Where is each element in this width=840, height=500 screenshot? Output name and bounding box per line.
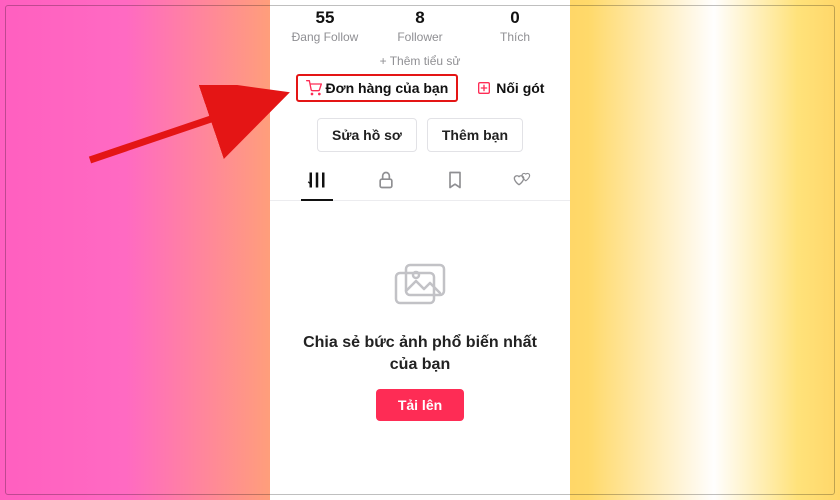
stat-followers-count: 8 xyxy=(378,8,463,28)
stat-followers-label: Follower xyxy=(378,30,463,44)
bookmark-icon xyxy=(445,170,465,190)
tab-private[interactable] xyxy=(362,164,410,200)
profile-buttons-row: Sửa hồ sơ Thêm bạn xyxy=(317,118,523,152)
cart-icon xyxy=(306,80,322,96)
hearts-icon xyxy=(513,170,535,190)
grid-icon xyxy=(307,170,327,190)
empty-state-title: Chia sẻ bức ảnh phổ biến nhất của bạn xyxy=(290,332,550,375)
stat-likes-count: 0 xyxy=(473,8,558,28)
stat-following-label: Đang Follow xyxy=(283,30,368,44)
follow-icon xyxy=(476,80,492,96)
add-friends-button[interactable]: Thêm bạn xyxy=(427,118,523,152)
profile-panel: 55 Đang Follow 8 Follower 0 Thích + Thêm… xyxy=(270,0,570,500)
stats-row: 55 Đang Follow 8 Follower 0 Thích xyxy=(279,0,562,48)
stat-following[interactable]: 55 Đang Follow xyxy=(283,8,368,44)
add-bio-link[interactable]: + Thêm tiểu sử xyxy=(380,54,461,68)
edit-profile-button[interactable]: Sửa hồ sơ xyxy=(317,118,417,152)
follow-back-label: Nối gót xyxy=(496,80,544,96)
stat-likes-label: Thích xyxy=(473,30,558,44)
stat-likes[interactable]: 0 Thích xyxy=(473,8,558,44)
stat-following-count: 55 xyxy=(283,8,368,28)
empty-state: Chia sẻ bức ảnh phổ biến nhất của bạn Tả… xyxy=(270,261,570,421)
tab-grid[interactable] xyxy=(293,164,341,200)
upload-button[interactable]: Tải lên xyxy=(376,389,464,421)
lock-icon xyxy=(376,170,396,190)
your-orders-label: Đơn hàng của bạn xyxy=(326,80,449,96)
follow-back-link[interactable]: Nối gót xyxy=(476,80,544,96)
link-row: Đơn hàng của bạn Nối gót xyxy=(296,74,545,102)
your-orders-link[interactable]: Đơn hàng của bạn xyxy=(296,74,459,102)
annotation-arrow xyxy=(80,85,300,175)
stat-followers[interactable]: 8 Follower xyxy=(378,8,463,44)
photo-icon xyxy=(392,261,448,314)
tab-liked[interactable] xyxy=(500,164,548,200)
tab-saved[interactable] xyxy=(431,164,479,200)
content-tabs xyxy=(270,162,570,201)
